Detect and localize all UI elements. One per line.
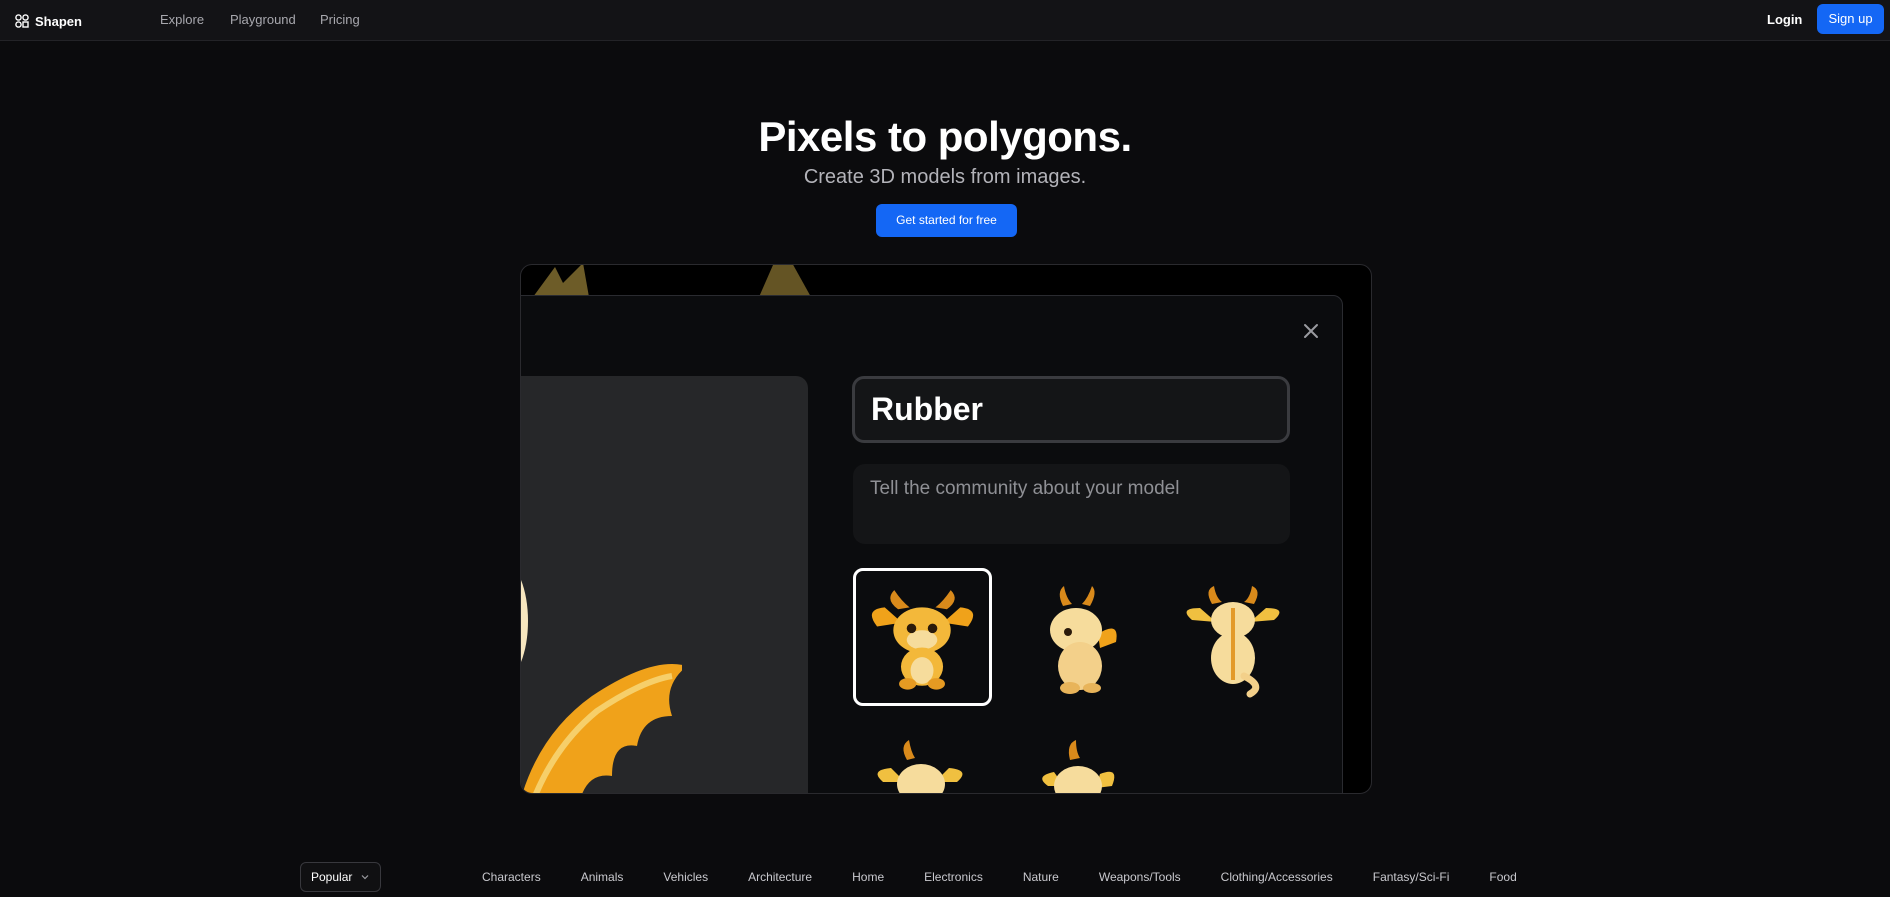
category-nature[interactable]: Nature [1023, 870, 1059, 884]
background-horn-shape [759, 265, 811, 297]
chevron-down-icon [361, 875, 369, 880]
dragon-back-image [1186, 586, 1280, 698]
category-clothing-accessories[interactable]: Clothing/Accessories [1221, 870, 1333, 884]
model-description-input[interactable] [853, 464, 1290, 544]
signup-button[interactable]: Sign up [1817, 4, 1884, 34]
model-title-input[interactable] [852, 376, 1290, 443]
view-thumbnail-front[interactable] [853, 568, 992, 706]
nav-explore[interactable]: Explore [160, 12, 204, 27]
category-weapons-tools[interactable]: Weapons/Tools [1099, 870, 1181, 884]
dragon-front-image [871, 590, 974, 690]
sort-selected-label: Popular [311, 870, 353, 884]
category-home[interactable]: Home [852, 870, 884, 884]
view-thumbnail-back[interactable] [1164, 568, 1303, 706]
view-thumbnail-angle-1[interactable] [853, 726, 992, 793]
hero-subtitle: Create 3D models from images. [803, 166, 1087, 188]
top-nav: Shapen Explore Playground Pricing Login … [0, 0, 1890, 41]
view-thumbnail-angle-2[interactable] [1008, 726, 1147, 793]
close-icon[interactable] [1302, 322, 1320, 340]
dragon-angle-image [877, 740, 963, 793]
dragon-wing-preview [521, 580, 682, 793]
brand-name: Shapen [35, 13, 82, 29]
category-vehicles[interactable]: Vehicles [663, 870, 708, 884]
logo-icon [15, 14, 29, 28]
sort-dropdown[interactable]: Popular [300, 862, 381, 892]
category-food[interactable]: Food [1489, 870, 1516, 884]
nav-playground[interactable]: Playground [230, 12, 296, 27]
publish-model-modal [521, 295, 1343, 793]
demo-video-frame [520, 264, 1372, 794]
brand-logo-link[interactable]: Shapen [15, 11, 82, 31]
category-characters[interactable]: Characters [482, 870, 541, 884]
category-architecture[interactable]: Architecture [748, 870, 812, 884]
get-started-button[interactable]: Get started for free [876, 204, 1017, 237]
model-preview-panel[interactable] [521, 376, 808, 793]
login-link[interactable]: Login [1767, 12, 1802, 27]
nav-pricing[interactable]: Pricing [320, 12, 360, 27]
dragon-side-image [1050, 586, 1117, 694]
category-tabs: Characters Animals Vehicles Architecture… [482, 870, 1557, 884]
dragon-angle-image [1042, 740, 1115, 793]
category-electronics[interactable]: Electronics [924, 870, 983, 884]
hero-title: Pixels to polygons. [758, 113, 1132, 160]
category-fantasy-scifi[interactable]: Fantasy/Sci-Fi [1373, 870, 1450, 884]
background-horn-shape [533, 265, 589, 297]
category-animals[interactable]: Animals [581, 870, 624, 884]
view-thumbnail-side[interactable] [1008, 568, 1147, 706]
